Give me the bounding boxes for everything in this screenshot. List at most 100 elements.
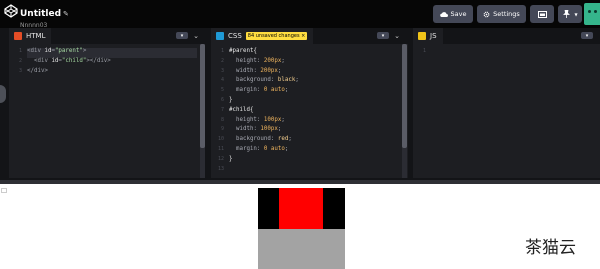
code-token: height	[229, 57, 257, 64]
code-line[interactable]: </div>	[27, 68, 197, 78]
css-scroll-thumb[interactable]	[402, 44, 407, 148]
tab-css[interactable]: CSS 84 unsaved changes ×	[211, 28, 314, 44]
css-collapse-button[interactable]: ⌄	[392, 31, 402, 41]
code-token: #parent{	[229, 48, 257, 54]
code-line[interactable]: <div id="parent">	[27, 48, 197, 58]
tab-js[interactable]: JS	[413, 28, 443, 44]
preview-divider[interactable]	[0, 180, 600, 184]
pencil-icon[interactable]: ✎	[63, 10, 69, 18]
code-line[interactable]: margin: 0 auto;	[229, 87, 400, 97]
html-code[interactable]: <div id="parent"> <div id="child"></div>…	[27, 48, 197, 77]
line-number: 1	[18, 48, 22, 54]
code-token: "parent"	[54, 48, 83, 54]
css-code[interactable]: #parent{ height: 200px; width: 200px; ba…	[229, 48, 400, 175]
pin-button[interactable]: ▼	[558, 5, 582, 23]
js-icon	[418, 32, 426, 40]
code-token: width	[229, 67, 254, 74]
code-token: black	[277, 77, 296, 84]
tab-html[interactable]: HTML	[9, 28, 52, 44]
pen-title-area: Untitled ✎ Nnnnn03	[20, 3, 69, 29]
code-token: }	[229, 96, 233, 103]
code-line[interactable]: width: 100px;	[229, 126, 400, 136]
save-button[interactable]: Save	[433, 5, 473, 23]
css-line-numbers: 1 2 3 4 5 6 7 8 9 10 11 12 13	[211, 48, 227, 175]
tab-html-label: HTML	[26, 32, 46, 40]
code-line[interactable]: #parent{	[229, 48, 400, 58]
code-token: ;	[281, 57, 285, 64]
html-collapse-button[interactable]: ⌄	[191, 31, 201, 41]
line-number: 2	[18, 57, 22, 64]
code-token: 100px	[263, 116, 282, 123]
avatar[interactable]	[584, 3, 600, 25]
code-token: ;	[277, 67, 282, 74]
code-line[interactable]: width: 200px;	[229, 68, 400, 78]
code-line[interactable]: #child{	[229, 107, 400, 117]
line-number: 6	[220, 96, 224, 103]
code-line[interactable]: margin: 0 auto;	[229, 146, 400, 156]
settings-label: Settings	[493, 10, 520, 18]
code-token: height	[229, 116, 257, 123]
code-line[interactable]	[229, 166, 400, 176]
preview-lower-area	[258, 229, 345, 269]
html-settings-button[interactable]: ▾	[176, 32, 188, 39]
change-view-button[interactable]	[530, 5, 554, 23]
gear-icon	[483, 11, 490, 17]
pen-title[interactable]: Untitled	[20, 9, 61, 19]
code-token: ;	[284, 145, 289, 152]
code-token: ;	[281, 116, 285, 123]
code-line[interactable]: }	[229, 156, 400, 166]
save-label: Save	[450, 10, 467, 18]
line-number: 10	[217, 136, 224, 143]
code-token: >	[82, 48, 87, 54]
code-token: <div	[27, 48, 45, 54]
chevron-down-icon: ▾	[180, 32, 184, 39]
panel-resize-handle[interactable]	[0, 85, 6, 103]
line-number: 2	[220, 57, 224, 64]
code-line[interactable]: height: 200px;	[229, 58, 400, 68]
layout-icon	[537, 10, 547, 18]
code-line[interactable]: background: red;	[229, 136, 400, 146]
html-scroll-thumb[interactable]	[200, 44, 205, 148]
code-token: <div	[27, 57, 52, 64]
preview-icon	[1, 188, 7, 193]
chevron-down-icon: ⌄	[193, 32, 199, 40]
css-settings-button[interactable]: ▾	[377, 32, 389, 39]
code-token: 100px	[260, 126, 278, 133]
tab-js-label: JS	[430, 32, 437, 40]
chevron-down-icon: ▼	[574, 11, 578, 17]
chevron-down-icon: ▾	[585, 32, 589, 39]
line-number: 9	[220, 126, 224, 133]
unsaved-changes-badge[interactable]: 84 unsaved changes ×	[245, 32, 308, 40]
codepen-logo-icon[interactable]	[4, 4, 18, 18]
editor-area: HTML ▾ ⌄ 123 <div id="parent"> <div id="…	[0, 28, 600, 180]
code-token: :	[256, 116, 264, 123]
line-number: 1	[422, 48, 426, 54]
html-icon	[14, 32, 22, 40]
css-editor-panel: CSS 84 unsaved changes × ▾ ⌄ 1 2 3 4 5 6 7 8 9 10…	[211, 28, 408, 178]
top-bar: Untitled ✎ Nnnnn03 Save Settings ▼	[0, 0, 600, 29]
html-scrollbar[interactable]	[200, 44, 205, 178]
js-settings-button[interactable]: ▾	[581, 32, 593, 39]
js-code[interactable]	[431, 48, 592, 58]
js-editor-panel: JS ▾ 1	[413, 28, 600, 178]
code-token: :	[270, 136, 278, 143]
close-icon[interactable]: ×	[301, 33, 305, 39]
code-token: :	[270, 77, 278, 84]
code-token: :	[256, 57, 264, 64]
code-token: :	[256, 145, 264, 152]
line-number: 3	[18, 67, 22, 74]
code-line[interactable]: <div id="child"></div>	[27, 58, 197, 68]
css-scrollbar[interactable]	[402, 44, 407, 178]
code-token: margin	[229, 87, 257, 94]
code-line[interactable]	[431, 48, 592, 58]
css-icon	[216, 32, 224, 40]
code-token: ;	[277, 126, 282, 133]
cloud-icon	[439, 12, 448, 17]
line-number: 5	[220, 87, 224, 94]
line-number: 12	[217, 155, 224, 162]
settings-button[interactable]: Settings	[477, 5, 526, 23]
code-line[interactable]: height: 100px;	[229, 117, 400, 127]
code-line[interactable]: background: black;	[229, 77, 400, 87]
code-line[interactable]: }	[229, 97, 400, 107]
code-token: margin	[229, 145, 257, 152]
